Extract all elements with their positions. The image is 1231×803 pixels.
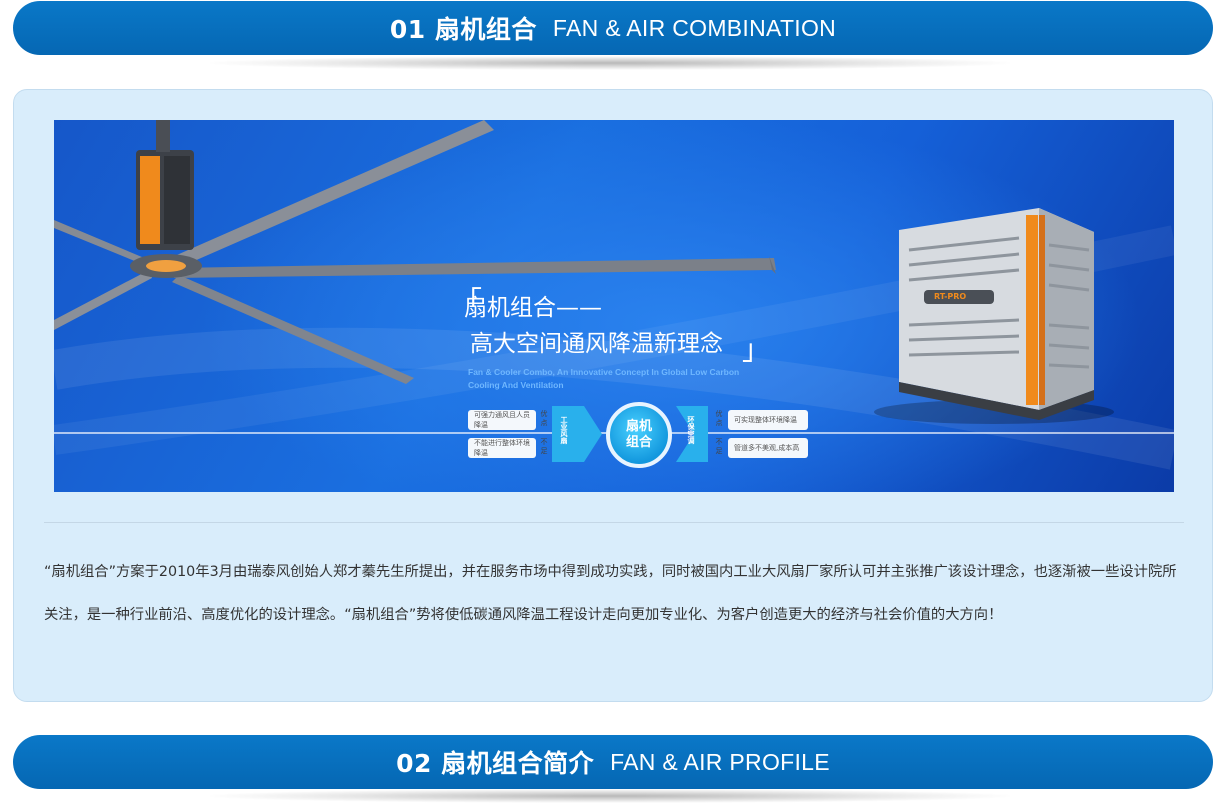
bracket-right: 」	[742, 333, 771, 366]
section-title-cn: 01 扇机组合	[389, 15, 537, 44]
center-badge-fan-combo: 扇机 组合	[606, 402, 672, 468]
slogan-line-1: 扇机组合——	[464, 295, 602, 321]
right-tag-top: 优点	[715, 410, 723, 427]
section-title-en: FAN & AIR PROFILE	[610, 748, 830, 775]
slogan-english: Fan & Cooler Combo, An Innovative Concep…	[468, 366, 768, 392]
left-tag-bottom: 不足	[540, 438, 548, 455]
section-title-cn: 02 扇机组合简介	[396, 749, 595, 778]
section-title-en: FAN & AIR COMBINATION	[552, 14, 837, 41]
left-arrow-label: 工业风扇	[560, 416, 568, 444]
slogan-en-line-2: Cooling And Ventilation	[468, 380, 564, 390]
left-tag-top: 优点	[540, 410, 548, 427]
left-pill-bottom: 不能进行整体环境降温	[468, 438, 536, 458]
center-badge-line-2: 组合	[625, 435, 652, 450]
right-pill-bottom: 管道多不美观,成本高	[728, 438, 808, 458]
left-pill-top: 可强力通风且人员降温	[468, 410, 536, 430]
right-tag-bottom: 不足	[715, 438, 723, 455]
cooler-brand-label: RT-PRO	[934, 292, 967, 301]
center-badge-line-1: 扇机	[625, 419, 652, 434]
header-shadow	[210, 56, 1010, 70]
description-paragraph: “扇机组合”方案于2010年3月由瑞泰风创始人郑才蓁先生所提出，并在服务市场中得…	[44, 551, 1184, 637]
evaporative-cooler-graphic	[874, 208, 1114, 424]
slogan-line-2: 高大空间通风降温新理念	[470, 331, 723, 357]
divider	[44, 522, 1184, 523]
description-text: “扇机组合”方案于2010年3月由瑞泰风创始人郑才蓁先生所提出，并在服务市场中得…	[44, 564, 1177, 623]
right-arrow-label: 环保空调	[687, 416, 695, 444]
slogan-en-line-1: Fan & Cooler Combo, An Innovative Concep…	[468, 367, 740, 377]
content-card: 「 扇机组合—— 高大空间通风降温新理念 」 Fan & Cooler Comb…	[13, 89, 1213, 702]
section-header-fan-air-combination: 01 扇机组合 FAN & AIR COMBINATION	[13, 1, 1213, 55]
right-pill-top: 可实现整体环境降温	[728, 410, 808, 430]
section-header-fan-air-profile: 02 扇机组合简介 FAN & AIR PROFILE	[13, 735, 1213, 789]
header-shadow	[210, 789, 1010, 803]
fan-cooler-banner-image: 「 扇机组合—— 高大空间通风降温新理念 」 Fan & Cooler Comb…	[54, 120, 1174, 492]
